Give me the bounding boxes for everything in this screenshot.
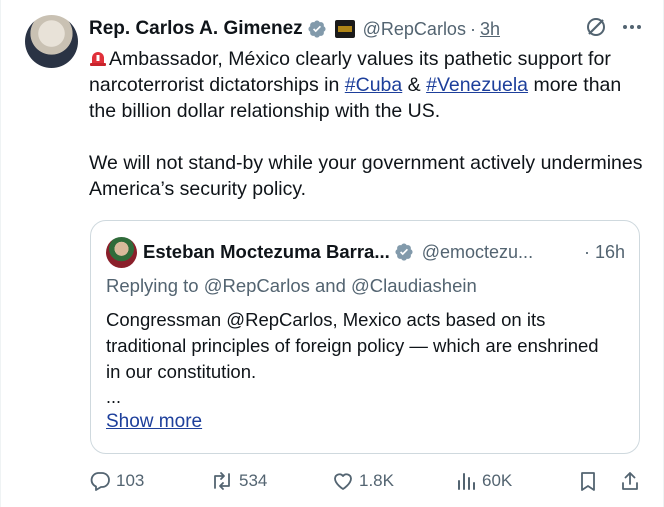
quote-author-handle[interactable]: @emoctezu...	[422, 242, 533, 263]
reply-count: 103	[116, 471, 145, 490]
reply-icon	[90, 472, 110, 491]
tweet-text-part: &	[402, 74, 427, 96]
tweet-paragraph-1: Ambassador, México clearly values its pa…	[89, 46, 649, 124]
tweet[interactable]: Rep. Carlos A. Gimenez @RepCarlos · 3h A…	[0, 0, 664, 507]
quote-time[interactable]: · 16h	[584, 242, 625, 263]
quote-text: Congressman @RepCarlos, Mexico acts base…	[106, 309, 599, 382]
repost-count: 534	[239, 471, 268, 490]
quoted-tweet[interactable]: Esteban Moctezuma Barra... @emoctezu... …	[90, 220, 640, 454]
share-icon	[622, 472, 638, 490]
like-button[interactable]: 1.8K	[332, 470, 394, 492]
reply-button[interactable]: 103	[89, 470, 144, 492]
quote-author-name[interactable]: Esteban Moctezuma Barra...	[143, 241, 390, 263]
verified-badge-icon	[308, 20, 326, 38]
bookmark-icon	[581, 472, 595, 491]
tweet-actions: 103 534 1.8K 60K	[89, 470, 643, 496]
verified-badge-icon	[395, 243, 413, 261]
author-handle[interactable]: @RepCarlos	[363, 19, 466, 40]
grok-icon[interactable]	[585, 16, 607, 38]
separator-dot: ·	[469, 18, 476, 39]
hashtag-venezuela[interactable]: #Venezuela	[426, 74, 528, 96]
tweet-paragraph-2: We will not stand-by while your governme…	[89, 152, 643, 200]
tweet-time[interactable]: 3h	[480, 19, 500, 40]
more-icon[interactable]	[621, 16, 643, 38]
views-icon	[458, 473, 475, 490]
author-avatar[interactable]	[25, 15, 78, 68]
share-button[interactable]	[619, 470, 646, 492]
like-icon	[334, 473, 352, 490]
repost-button[interactable]: 534	[210, 470, 267, 492]
siren-icon	[90, 52, 106, 66]
show-more-link[interactable]: Show more	[106, 411, 202, 433]
quote-ellipsis: ...	[106, 387, 122, 407]
bookmark-button[interactable]	[577, 470, 604, 492]
tweet-text: Ambassador, México clearly values its pa…	[89, 46, 649, 202]
affiliation-badge-icon[interactable]	[334, 20, 355, 38]
hashtag-cuba[interactable]: #Cuba	[345, 74, 402, 96]
author-name[interactable]: Rep. Carlos A. Gimenez	[89, 18, 303, 40]
like-count: 1.8K	[359, 471, 394, 490]
views-count: 60K	[482, 471, 513, 490]
quote-author-avatar[interactable]	[106, 237, 137, 268]
quote-header: Esteban Moctezuma Barra... @emoctezu... …	[143, 241, 625, 263]
views-button[interactable]: 60K	[455, 470, 512, 492]
quote-replying-to: Replying to @RepCarlos and @Claudiashein	[106, 275, 477, 296]
repost-icon	[214, 472, 230, 490]
tweet-header: Rep. Carlos A. Gimenez @RepCarlos · 3h	[89, 16, 643, 42]
